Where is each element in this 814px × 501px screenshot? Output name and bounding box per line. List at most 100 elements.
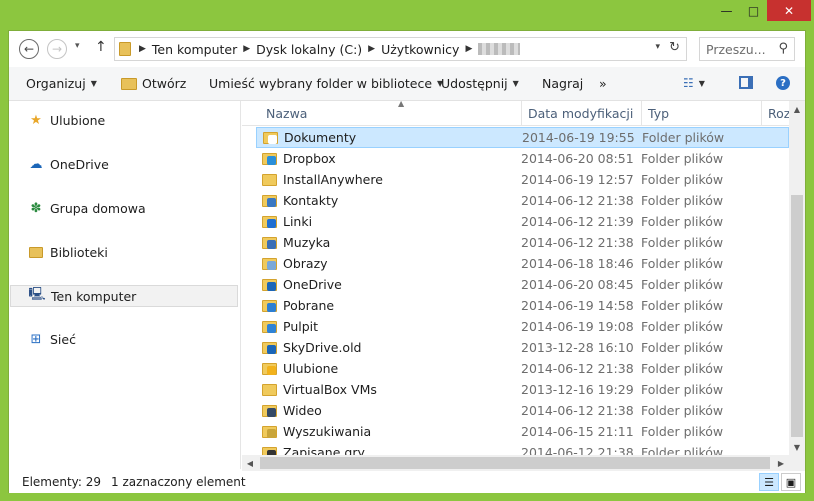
details-view-toggle[interactable]: ☰	[759, 473, 779, 491]
refresh-icon[interactable]: ↻	[669, 40, 680, 55]
file-name-cell: Obrazy	[256, 256, 521, 271]
file-date: 2014-06-12 21:38	[521, 445, 634, 455]
file-row[interactable]: Dropbox 2014-06-20 08:51 Folder plików	[256, 148, 789, 169]
preview-pane-button[interactable]	[739, 76, 753, 89]
breadcrumb-separator-icon[interactable]: ▶	[139, 44, 146, 54]
file-row[interactable]: Ulubione 2014-06-12 21:38 Folder plików	[256, 358, 789, 379]
navigation-bar: ← → ▾ ↑ ▶ Ten komputer ▶ Dysk lokalny (C…	[9, 31, 805, 67]
share-label: Udostępnij	[441, 76, 508, 91]
computer-icon: 🖳	[28, 287, 46, 302]
folder-icon	[262, 172, 277, 187]
file-name: OneDrive	[283, 277, 342, 292]
file-name-cell: InstallAnywhere	[256, 172, 521, 187]
file-row[interactable]: Obrazy 2014-06-18 18:46 Folder plików	[256, 253, 789, 274]
up-button[interactable]: ↑	[95, 39, 107, 55]
explorer-window: — □ ✕ ← → ▾ ↑ ▶ Ten komputer ▶ Dysk loka…	[0, 0, 814, 501]
file-row[interactable]: VirtualBox VMs 2013-12-16 19:29 Folder pli…	[256, 379, 789, 400]
change-view-button[interactable]: ☷ ▼	[683, 76, 705, 90]
breadcrumb-ten-komputer[interactable]: Ten komputer	[152, 42, 237, 57]
file-row[interactable]: Pobrane 2014-06-19 14:58 Folder plików	[256, 295, 789, 316]
maximize-button[interactable]: □	[740, 0, 767, 21]
open-label: Otwórz	[142, 76, 187, 91]
nav-item-biblioteki[interactable]: Biblioteki	[10, 241, 238, 263]
breadcrumb-separator-icon[interactable]: ▶	[243, 44, 250, 54]
file-row[interactable]: InstallAnywhere 2014-06-19 12:57 Folder pl…	[256, 169, 789, 190]
file-date: 2014-06-18 18:46	[521, 256, 634, 271]
nav-item-ten-komputer[interactable]: 🖳 Ten komputer	[10, 285, 238, 307]
file-type: Folder plików	[641, 214, 724, 229]
horizontal-scrollbar[interactable]: ◀ ▶	[242, 455, 789, 471]
file-date: 2014-06-12 21:38	[521, 235, 634, 250]
horizontal-scroll-thumb[interactable]	[260, 457, 770, 469]
column-header-date[interactable]: Data modyfikacji	[522, 101, 642, 126]
file-row[interactable]: Wyszukiwania 2014-06-15 21:11 Folder plikó…	[256, 421, 789, 442]
nav-item-ulubione[interactable]: ★ Ulubione	[10, 109, 238, 131]
search-input[interactable]: Przeszu... ⚲	[699, 37, 795, 61]
file-type: Folder plików	[642, 130, 725, 145]
file-type: Folder plików	[641, 277, 724, 292]
scroll-up-icon[interactable]: ▲	[789, 101, 805, 117]
file-row[interactable]: Dokumenty 2014-06-19 19:55 Folder plików	[256, 127, 789, 148]
column-header-size[interactable]: Rozm	[762, 101, 789, 126]
column-header-name[interactable]: Nazwa ▲	[260, 101, 522, 126]
minimize-button[interactable]: —	[713, 0, 740, 21]
help-button[interactable]: ?	[776, 76, 790, 90]
scroll-left-icon[interactable]: ◀	[242, 455, 258, 471]
back-button[interactable]: ←	[19, 39, 39, 59]
nav-item-siec[interactable]: ⊞ Sieć	[10, 328, 238, 350]
file-type: Folder plików	[641, 151, 724, 166]
nav-item-onedrive[interactable]: ☁ OneDrive	[10, 153, 238, 175]
search-icon[interactable]: ⚲	[778, 41, 788, 56]
large-icons-view-toggle[interactable]: ▣	[781, 473, 801, 491]
forward-button[interactable]: →	[47, 39, 67, 59]
nav-item-grupa-domowa[interactable]: ✽ Grupa domowa	[10, 197, 238, 219]
file-row[interactable]: Zapisane gry 2014-06-12 21:38 Folder plikó…	[256, 442, 789, 455]
scroll-right-icon[interactable]: ▶	[773, 455, 789, 471]
scroll-down-icon[interactable]: ▼	[789, 439, 805, 455]
column-header-type[interactable]: Typ	[642, 101, 762, 126]
file-row[interactable]: Muzyka 2014-06-12 21:38 Folder plików	[256, 232, 789, 253]
file-name-cell: Kontakty	[256, 193, 521, 208]
redacted-username[interactable]	[478, 43, 521, 55]
vertical-scrollbar[interactable]: ▲ ▼	[789, 101, 805, 455]
address-bar[interactable]: ▶ Ten komputer ▶ Dysk lokalny (C:) ▶ Uży…	[114, 37, 687, 61]
file-name: Kontakty	[283, 193, 339, 208]
file-name: VirtualBox VMs	[283, 382, 377, 397]
file-name: Wyszukiwania	[283, 424, 372, 439]
file-row[interactable]: Linki 2014-06-12 21:39 Folder plików	[256, 211, 789, 232]
file-row[interactable]: SkyDrive.old 2013-12-28 16:10 Folder plikó…	[256, 337, 789, 358]
file-row[interactable]: Wideo 2014-06-12 21:38 Folder plików	[256, 400, 789, 421]
file-row[interactable]: Pulpit 2014-06-19 19:08 Folder plików	[256, 316, 789, 337]
recent-locations-button[interactable]: ▾	[75, 41, 80, 51]
breadcrumb-dysk-lokalny[interactable]: Dysk lokalny (C:)	[256, 42, 362, 57]
scrollbar-corner	[789, 455, 805, 471]
explorer-client-area: ← → ▾ ↑ ▶ Ten komputer ▶ Dysk lokalny (C…	[8, 30, 806, 493]
file-type: Folder plików	[641, 235, 724, 250]
include-in-library-button[interactable]: Umieść wybrany folder w bibliotece ▼	[209, 76, 443, 91]
organize-menu-button[interactable]: Organizuj ▼	[26, 76, 97, 91]
search-placeholder: Przeszu...	[706, 41, 766, 57]
breadcrumb-separator-icon[interactable]: ▶	[465, 44, 472, 54]
chevron-down-icon: ▼	[698, 78, 705, 88]
more-commands-button[interactable]: »	[599, 76, 607, 91]
burn-button[interactable]: Nagraj	[542, 76, 583, 91]
file-row[interactable]: Kontakty 2014-06-12 21:38 Folder plików	[256, 190, 789, 211]
open-button[interactable]: Otwórz	[121, 76, 186, 91]
file-date: 2014-06-20 08:45	[521, 277, 634, 292]
folder-icon	[262, 361, 277, 376]
details-view-icon: ☷	[683, 76, 694, 90]
share-button[interactable]: Udostępnij ▼	[441, 76, 519, 91]
breadcrumb-separator-icon[interactable]: ▶	[368, 44, 375, 54]
help-icon: ?	[776, 76, 790, 90]
vertical-scroll-thumb[interactable]	[791, 195, 803, 437]
command-bar: Organizuj ▼ Otwórz Umieść wybrany folder…	[9, 67, 805, 101]
navigation-pane: ★ Ulubione ☁ OneDrive ✽ Grupa domowa Bib…	[9, 101, 241, 469]
breadcrumb-uzytkownicy[interactable]: Użytkownicy	[381, 42, 459, 57]
file-name: Pobrane	[283, 298, 335, 313]
file-row[interactable]: OneDrive 2014-06-20 08:45 Folder plików	[256, 274, 789, 295]
title-bar[interactable]: — □ ✕	[0, 0, 814, 30]
address-dropdown-icon[interactable]: ▾	[655, 42, 660, 52]
close-button[interactable]: ✕	[767, 0, 811, 21]
chevron-down-icon: ▼	[512, 79, 519, 88]
file-date: 2014-06-19 19:08	[521, 319, 634, 334]
